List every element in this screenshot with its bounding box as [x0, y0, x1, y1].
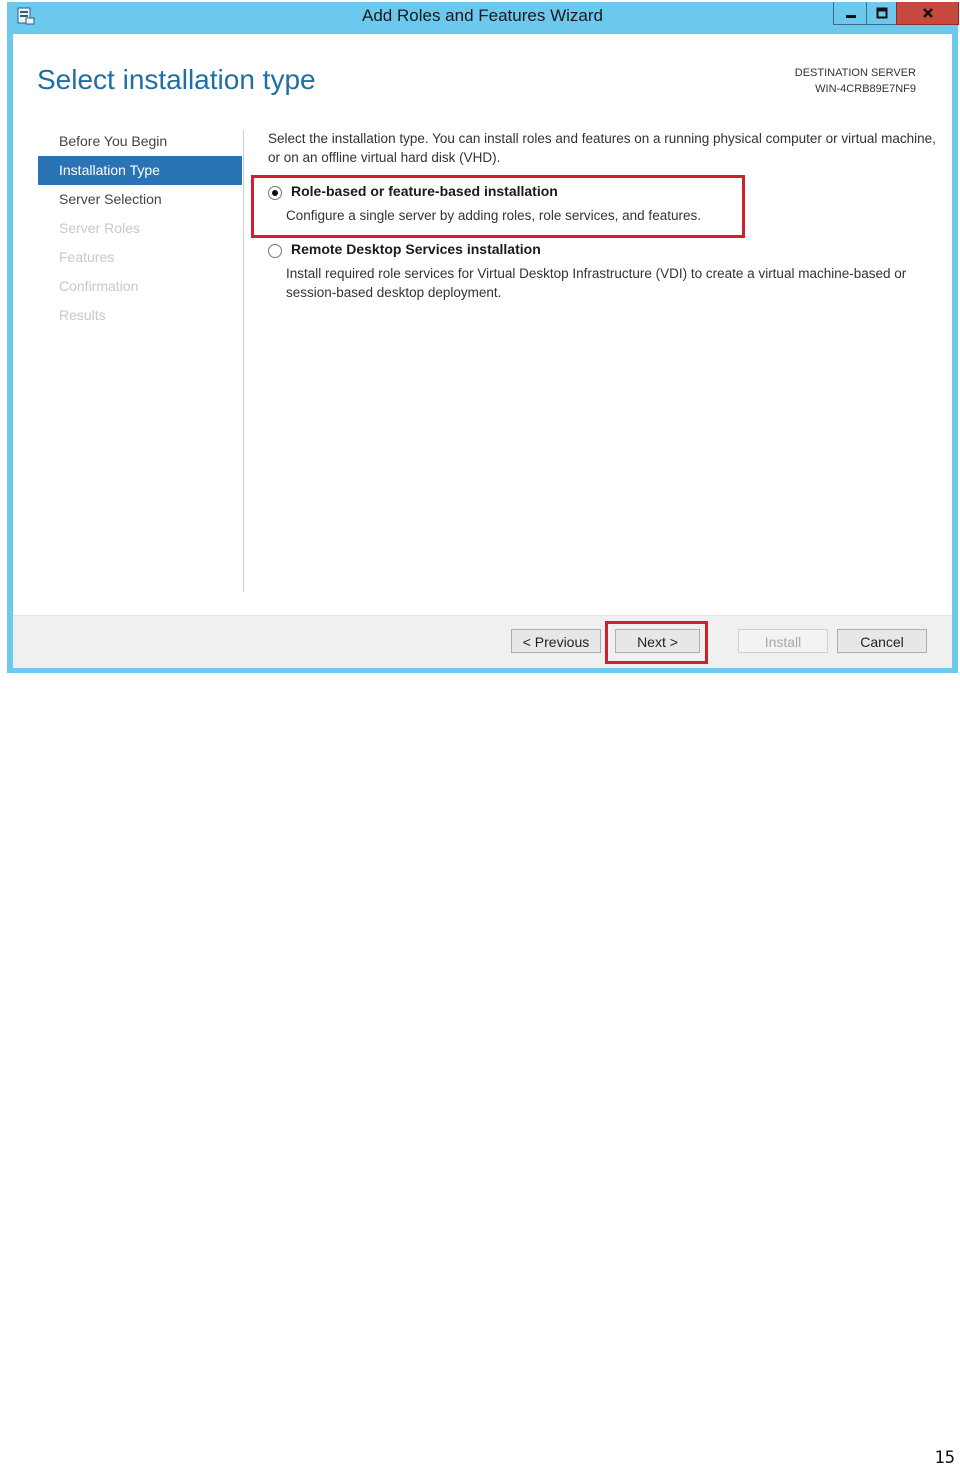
maximize-icon: [876, 7, 888, 19]
radio-role-based[interactable]: [268, 186, 282, 200]
nav-item-server-roles: Server Roles: [59, 220, 140, 236]
nav-item-installation-type[interactable]: Installation Type: [38, 156, 242, 185]
option-title: Remote Desktop Services installation: [291, 241, 541, 257]
minimize-icon: [845, 15, 856, 18]
option-title: Role-based or feature-based installation: [291, 183, 558, 199]
intro-text: Select the installation type. You can in…: [268, 131, 936, 165]
radio-selected-dot: [272, 190, 278, 196]
page-title: Select installation type: [37, 64, 316, 95]
destination-server-name: WIN-4CRB89E7NF9: [815, 83, 916, 95]
window-title: Add Roles and Features Wizard: [362, 6, 603, 25]
wizard-footer: < Previous Next > Install Cancel: [13, 615, 952, 668]
nav-item-server-selection[interactable]: Server Selection: [38, 185, 242, 214]
close-button[interactable]: [896, 2, 959, 25]
wizard-window: Add Roles and Features Wizard Select ins…: [7, 2, 959, 673]
nav-item-before-you-begin[interactable]: Before You Begin: [38, 127, 242, 156]
destination-server-info: DESTINATION SERVER WIN-4CRB89E7NF9: [795, 65, 916, 97]
option-description: Configure a single server by adding role…: [286, 208, 701, 223]
option-description: Install required role services for Virtu…: [286, 266, 907, 300]
destination-label: DESTINATION SERVER: [794, 67, 916, 79]
close-icon: [922, 8, 933, 18]
title-bar[interactable]: Add Roles and Features Wizard: [7, 2, 959, 32]
cancel-button[interactable]: Cancel: [837, 629, 927, 653]
maximize-button[interactable]: [866, 2, 898, 25]
nav-item-features: Features: [59, 249, 115, 265]
wizard-body: Select installation type DESTINATION SER…: [13, 34, 952, 668]
nav-item-results: Results: [59, 307, 106, 323]
page-number: 15: [934, 1448, 955, 1468]
minimize-button[interactable]: [833, 2, 867, 25]
previous-button[interactable]: < Previous: [511, 629, 601, 653]
nav-item-confirmation: Confirmation: [59, 278, 139, 294]
radio-remote-desktop[interactable]: [268, 244, 282, 258]
install-button: Install: [738, 629, 828, 653]
highlight-box-next: [605, 621, 708, 664]
wizard-navigation: Before You Begin Installation Type Serve…: [38, 127, 242, 330]
nav-divider: [243, 130, 244, 592]
